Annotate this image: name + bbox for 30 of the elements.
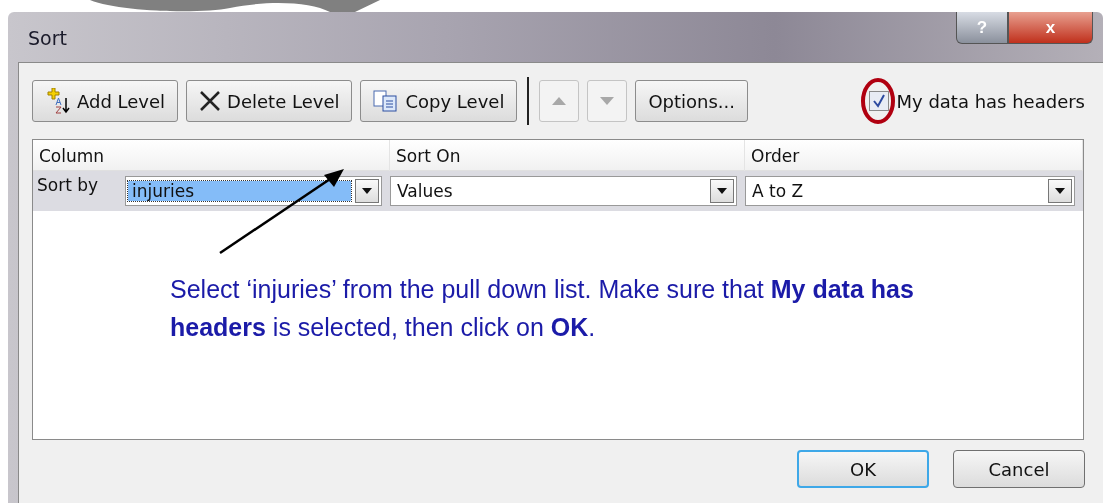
up-triangle-icon (552, 97, 567, 105)
sort-on-dropdown[interactable]: Values (390, 176, 737, 206)
copy-level-button[interactable]: Copy Level (360, 80, 518, 122)
delete-level-button[interactable]: Delete Level (186, 80, 353, 122)
close-button[interactable]: x (1008, 12, 1093, 44)
close-icon (199, 90, 222, 112)
caret-icon (362, 188, 372, 194)
down-triangle-icon (600, 97, 615, 105)
dropdown-button[interactable] (355, 179, 379, 203)
copy-icon (373, 90, 400, 112)
dropdown-value: injuries (128, 181, 351, 201)
dropdown-value: Values (396, 181, 454, 201)
add-sort-icon (45, 88, 71, 114)
dropdown-button[interactable] (710, 179, 734, 203)
window-title: Sort (28, 27, 67, 49)
check-icon (871, 94, 886, 108)
ok-button[interactable]: OK (797, 450, 929, 488)
checkbox[interactable] (868, 91, 889, 111)
order-dropdown[interactable]: A to Z (745, 176, 1075, 206)
options-button[interactable]: Options... (635, 80, 748, 122)
cancel-button[interactable]: Cancel (953, 450, 1085, 488)
column-dropdown[interactable]: injuries (125, 176, 382, 206)
dropdown-button[interactable] (1048, 179, 1072, 203)
add-level-button[interactable]: Add Level (32, 80, 179, 122)
sort-level-row[interactable]: Sort by injuries Values A to Z (33, 171, 1083, 211)
row-label: Sort by (36, 175, 100, 195)
caret-icon (717, 188, 727, 194)
caret-icon (1055, 188, 1065, 194)
instruction-text: Select ‘injuries’ from the pull down list. Make sure that My data has headers is selected, then click on OK. (170, 274, 915, 343)
dropdown-value: A to Z (751, 181, 805, 201)
